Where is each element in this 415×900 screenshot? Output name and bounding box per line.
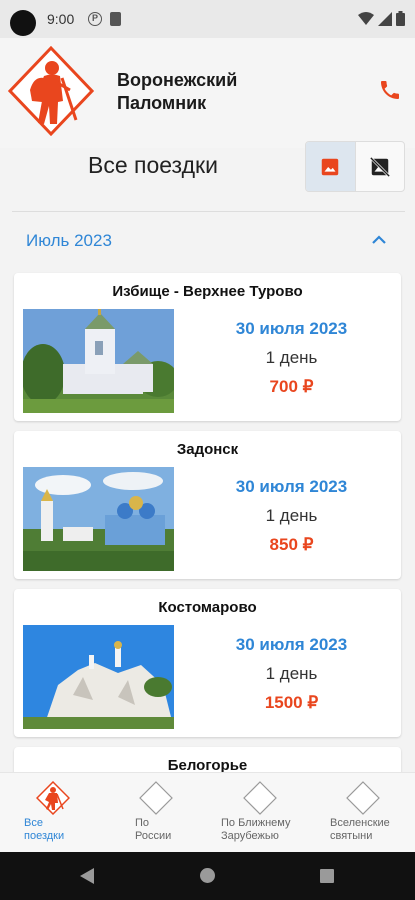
- diamond-placeholder-icon: [243, 781, 277, 815]
- trip-price: 700 ₽: [269, 377, 314, 396]
- trip-date: 30 июля 2023: [235, 319, 348, 338]
- system-nav-bar: [0, 852, 415, 900]
- status-icons: [358, 11, 405, 26]
- p-notification-icon: P: [88, 12, 102, 26]
- chevron-up-icon[interactable]: [371, 232, 387, 248]
- trip-title: Костомарово: [158, 599, 257, 616]
- trip-photo: [23, 467, 174, 571]
- month-section-header[interactable]: Июль 2023: [12, 220, 405, 262]
- bottom-nav: Все поездки По России По Ближнему Зарубе…: [0, 772, 415, 852]
- nav-world-shrines[interactable]: Вселенские святыни: [328, 773, 408, 853]
- nav-russia[interactable]: По России: [135, 773, 205, 853]
- hide-images-button[interactable]: [355, 142, 404, 191]
- trip-price: 1500 ₽: [264, 693, 319, 712]
- camera-dot: [10, 10, 36, 36]
- nav-label: Вселенские святыни: [330, 817, 390, 842]
- nav-label: По России: [135, 817, 172, 842]
- phone-icon[interactable]: [378, 78, 402, 102]
- month-title: Июль 2023: [26, 231, 112, 250]
- trip-duration: 1 день: [265, 348, 318, 367]
- recent-apps-icon[interactable]: [320, 869, 334, 883]
- trip-duration: 1 день: [265, 506, 318, 525]
- image-icon: [322, 158, 339, 175]
- divider: [12, 211, 405, 212]
- diamond-placeholder-icon: [139, 781, 173, 815]
- trip-date: 30 июля 2023: [235, 635, 348, 654]
- sim-card-icon: [110, 12, 121, 26]
- diamond-placeholder-icon: [346, 781, 380, 815]
- nav-label: По Ближнему Зарубежью: [221, 817, 291, 842]
- trip-title: Избище - Верхнее Турово: [112, 283, 303, 300]
- app-title-line1: Воронежский: [117, 70, 238, 90]
- trip-info: 30 июля 2023 1 день 700 ₽: [214, 319, 369, 397]
- back-icon[interactable]: [80, 868, 94, 884]
- battery-icon: [396, 11, 405, 26]
- show-images-button[interactable]: [306, 142, 355, 191]
- trip-card[interactable]: Костомарово 30 июля 2023 1 день 1500 ₽: [14, 589, 401, 737]
- status-bar: 9:00 P: [0, 0, 415, 38]
- app-title: Воронежский Паломник: [117, 69, 237, 115]
- signal-icon: [378, 11, 392, 26]
- image-view-toggle: [305, 141, 405, 192]
- trip-info: 30 июля 2023 1 день 850 ₽: [214, 477, 369, 555]
- nav-all-trips[interactable]: Все поездки: [22, 773, 102, 853]
- trip-duration: 1 день: [265, 664, 318, 683]
- pilgrim-logo-icon: [8, 46, 94, 136]
- trip-price: 850 ₽: [269, 535, 314, 554]
- home-icon[interactable]: [200, 868, 215, 883]
- app-title-line2: Паломник: [117, 93, 207, 113]
- hide-image-icon: [369, 156, 390, 177]
- status-time: 9:00: [47, 11, 75, 27]
- trip-info: 30 июля 2023 1 день 1500 ₽: [214, 635, 369, 713]
- trip-card[interactable]: Задонск 30 июля 2023 1 день 850 ₽: [14, 431, 401, 579]
- pilgrim-logo-icon: [36, 781, 70, 815]
- page-title: Все поездки: [88, 152, 218, 178]
- trip-title: Задонск: [176, 441, 239, 458]
- trip-photo: [23, 309, 174, 413]
- trip-photo: [23, 625, 174, 729]
- nav-label: Все поездки: [24, 817, 65, 842]
- trip-card[interactable]: Избище - Верхнее Турово 30 июля 2023 1 д…: [14, 273, 401, 421]
- wifi-icon: [358, 11, 374, 25]
- nav-near-abroad[interactable]: По Ближнему Зарубежью: [220, 773, 310, 853]
- trip-date: 30 июля 2023: [235, 477, 348, 496]
- app-header: Воронежский Паломник: [0, 38, 415, 148]
